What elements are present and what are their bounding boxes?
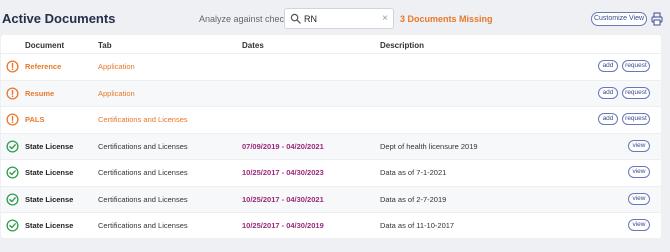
close-icon[interactable]: × (382, 12, 388, 25)
table-row[interactable]: State License Certifications and Licenses… (1, 159, 661, 185)
document-dates: 10/25/2017 - 04/30/2019 (242, 221, 324, 230)
document-name[interactable]: State License (25, 142, 73, 151)
view-button[interactable]: view (628, 139, 650, 152)
column-header-description[interactable]: Description (380, 41, 424, 50)
customize-view-button[interactable]: Customize View (591, 12, 647, 26)
document-name[interactable]: State License (25, 195, 73, 204)
view-button[interactable]: view (628, 166, 650, 178)
warning-circle-icon (6, 60, 19, 73)
table-row[interactable]: State License Certifications and Licenses… (1, 132, 661, 159)
table-row[interactable]: Resume Application add request (1, 79, 661, 106)
printer-icon[interactable] (651, 12, 663, 26)
document-name: Reference (25, 62, 62, 71)
check-circle-icon (6, 139, 19, 153)
document-dates: 10/25/2017 - 04/30/2023 (242, 168, 324, 177)
document-tab: Certifications and Licenses (98, 168, 188, 177)
warning-circle-icon (6, 113, 19, 126)
document-description: Data as of 2-7-2019 (380, 194, 447, 204)
documents-missing-count: 3 Documents Missing (400, 14, 493, 24)
document-tab: Certifications and Licenses (98, 221, 188, 230)
column-header-document[interactable]: Document (25, 41, 64, 50)
table-row[interactable]: State License Certifications and Licenses… (1, 185, 661, 212)
document-description: Data as of 11-10-2017 (380, 221, 455, 230)
search-input[interactable] (301, 11, 379, 26)
request-button[interactable]: request (622, 113, 650, 125)
document-tab: Certifications and Licenses (98, 115, 188, 124)
add-button[interactable]: add (598, 60, 618, 72)
page-title: Active Documents (2, 11, 116, 26)
table-row[interactable]: Reference Application add request (1, 53, 661, 79)
view-button[interactable]: view (628, 219, 650, 231)
document-tab: Application (98, 62, 135, 71)
search-icon (290, 13, 301, 24)
document-name: Resume (25, 88, 55, 98)
warning-circle-icon (6, 86, 19, 100)
view-button[interactable]: view (628, 192, 650, 205)
document-name[interactable]: State License (25, 221, 73, 230)
document-tab: Certifications and Licenses (98, 141, 188, 151)
document-dates: 07/09/2019 - 04/20/2021 (242, 141, 324, 151)
request-button[interactable]: request (622, 60, 650, 72)
table-row[interactable]: State License Certifications and Licenses… (1, 212, 661, 238)
check-circle-icon (6, 219, 19, 232)
check-circle-icon (6, 166, 19, 179)
document-name: PALS (25, 115, 45, 124)
document-tab: Certifications and Licenses (98, 194, 188, 204)
column-header-tab[interactable]: Tab (98, 41, 112, 50)
table-row[interactable]: PALS Certifications and Licenses add reques… (1, 106, 661, 132)
document-tab: Application (98, 88, 135, 98)
documents-table: Document Tab Dates Description Reference… (1, 35, 661, 238)
add-button[interactable]: add (598, 113, 618, 125)
page-header: Active Documents Analyze against checkli… (0, 0, 670, 36)
document-description: Data as of 7-1-2021 (380, 168, 447, 177)
document-dates: 10/25/2017 - 04/30/2021 (242, 194, 324, 204)
column-header-dates[interactable]: Dates (242, 41, 264, 50)
check-circle-icon (6, 192, 19, 206)
add-button[interactable]: add (598, 86, 618, 99)
document-description: Dept of health licensure 2019 (380, 141, 478, 151)
checklist-search[interactable]: × (284, 8, 394, 29)
document-name[interactable]: State License (25, 168, 73, 177)
request-button[interactable]: request (622, 86, 650, 99)
